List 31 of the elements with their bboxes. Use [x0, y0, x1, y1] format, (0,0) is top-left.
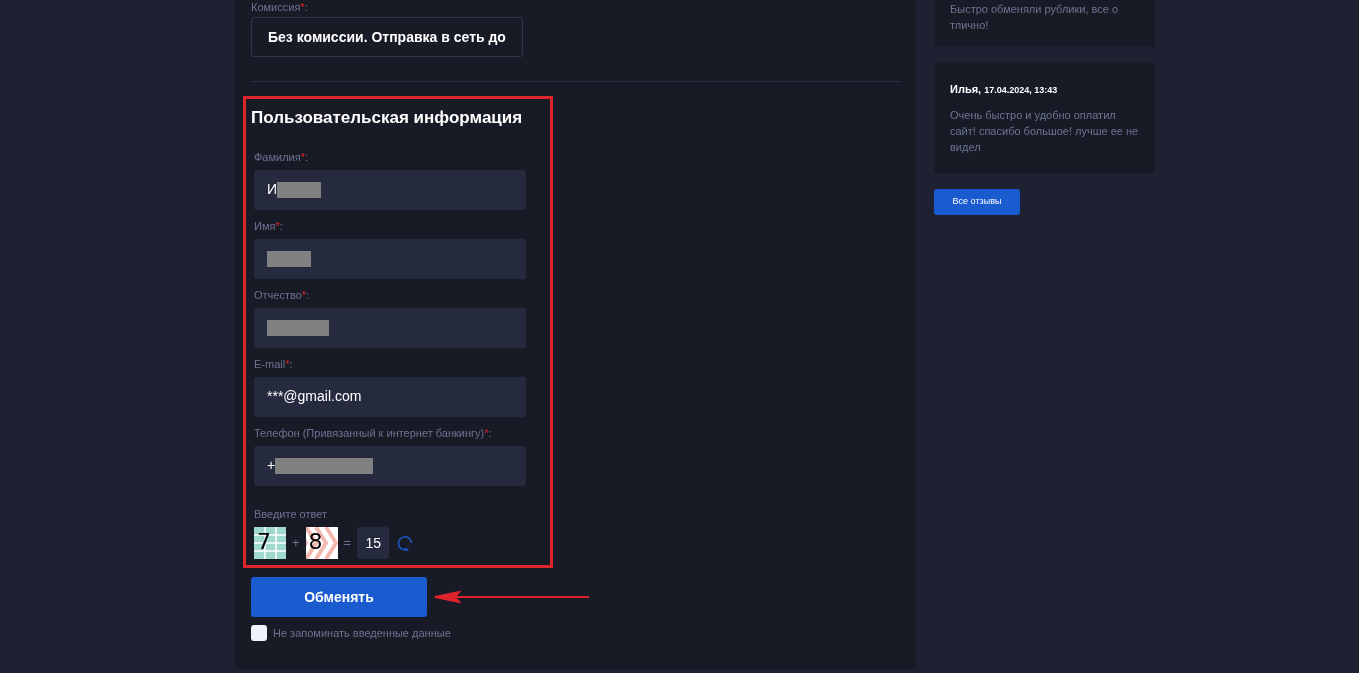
field-label: Имя*:	[254, 218, 284, 233]
checkbox[interactable]	[251, 625, 267, 642]
redaction-block	[267, 250, 311, 267]
input-field[interactable]: +	[254, 445, 526, 486]
refresh-icon[interactable]	[397, 535, 414, 551]
exchange-button[interactable]: Обменять	[251, 577, 427, 617]
field-label: Фамилия*:	[254, 149, 310, 164]
input-field[interactable]	[254, 307, 526, 348]
captcha-image: 8	[305, 527, 338, 559]
captcha-answer-field[interactable]: 15	[357, 527, 390, 559]
review-date: 17.04.2024, 13:43	[984, 84, 1058, 97]
review-text: Быстро обменяли рублики, все о тлично!	[950, 2, 1120, 33]
redaction-block	[277, 181, 322, 198]
input-field[interactable]	[254, 238, 526, 279]
all-reviews-button[interactable]: Все отзывы	[934, 188, 1020, 215]
captcha-label: Введите ответ	[254, 506, 328, 522]
checkbox-label: Не запоминать введенные данные	[273, 626, 451, 641]
equals-sign: =	[343, 534, 352, 553]
plus-sign: +	[292, 534, 300, 553]
review-text: Очень быстро и удобно оплатил сайт! спасибо большое! лучше ее не видел	[950, 107, 1139, 155]
captcha-image: 7	[254, 527, 286, 559]
commission-select[interactable]: Без комиссии. Отправка в сеть до	[251, 17, 523, 57]
field-label: Отчество*:	[254, 287, 311, 302]
field-label: Телефон (Привязанный к интернет банкингу)*:	[254, 425, 493, 440]
redaction-block	[267, 319, 329, 336]
input-field[interactable]: И	[254, 169, 526, 210]
field-label: Комиссия*:	[251, 0, 309, 14]
input-field[interactable]: ***@gmail.com	[254, 376, 526, 417]
section-title: Пользовательская информация	[251, 107, 524, 129]
field-label: E-mail*:	[254, 356, 294, 371]
review-author: Илья,	[950, 82, 982, 97]
